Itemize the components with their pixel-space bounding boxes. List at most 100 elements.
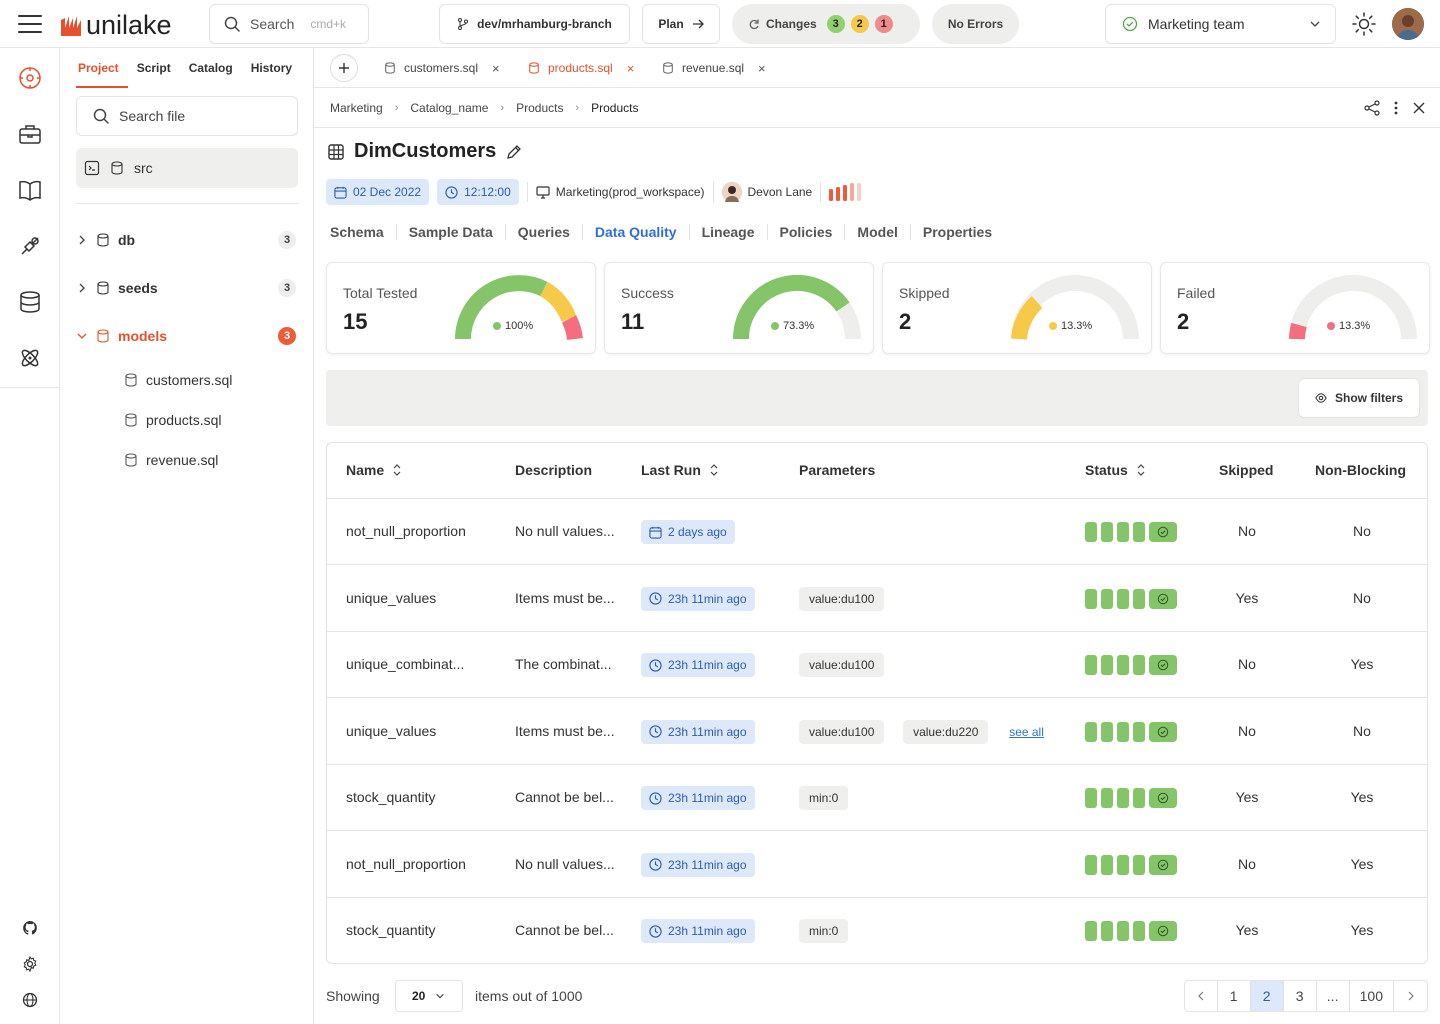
sql-file-icon [125, 453, 137, 467]
branch-selector[interactable]: dev/mrhamburg-branch [439, 4, 630, 44]
skipped-value: No [1238, 656, 1256, 672]
app-logo[interactable]: unilake [60, 10, 172, 41]
folder-seeds[interactable]: seeds 3 [76, 274, 298, 302]
page-size-select[interactable]: 20 [395, 980, 463, 1012]
tab-queries[interactable]: Queries [506, 224, 583, 240]
column-last-run[interactable]: Last Run [641, 462, 719, 478]
non-blocking-value: Yes [1350, 922, 1374, 938]
test-description: Cannot be bel... [515, 789, 614, 805]
close-tab-icon[interactable]: × [758, 61, 766, 76]
folder-db[interactable]: db 3 [76, 226, 298, 254]
tab-history[interactable]: History [242, 60, 301, 88]
theme-toggle-sun-icon[interactable] [1352, 12, 1376, 36]
page-ellipsis: ... [1317, 981, 1350, 1011]
breadcrumb-item[interactable]: Catalog_name [410, 101, 488, 115]
changes-button[interactable]: Changes 3 2 1 [732, 4, 920, 44]
more-vertical-icon[interactable] [1392, 100, 1400, 116]
clock-icon [649, 791, 662, 805]
file-label: customers.sql [146, 372, 233, 388]
table-row[interactable]: unique_values Items must be... 23h 11min a… [327, 699, 1427, 765]
breadcrumb-item[interactable]: Marketing [330, 101, 383, 115]
table-row[interactable]: stock_quantity Cannot be bel... 23h 11min … [327, 765, 1427, 831]
arrow-right-icon [692, 19, 704, 29]
file-customers-sql[interactable]: customers.sql [124, 368, 232, 392]
stat-percent-value: 13.3% [1061, 320, 1093, 332]
next-page-button[interactable] [1394, 981, 1427, 1011]
skipped-value: Yes [1235, 789, 1259, 805]
database-icon[interactable] [18, 290, 42, 314]
sort-icon [1137, 464, 1145, 476]
errors-status[interactable]: No Errors [932, 4, 1019, 44]
status-latest [1149, 522, 1177, 542]
file-revenue-sql[interactable]: revenue.sql [124, 448, 218, 472]
tab-lineage[interactable]: Lineage [690, 224, 768, 240]
page-button[interactable]: 3 [1284, 981, 1317, 1011]
book-icon[interactable] [18, 178, 42, 202]
file-tab-products[interactable]: products.sql × [528, 48, 634, 88]
status-bar [1133, 655, 1145, 675]
table-row[interactable]: not_null_proportion No null values... 2 da… [327, 499, 1427, 565]
user-avatar[interactable] [1392, 8, 1424, 40]
file-search-input[interactable]: Search file [76, 96, 298, 136]
column-status[interactable]: Status [1085, 462, 1146, 478]
folder-count-badge: 3 [278, 279, 296, 297]
close-icon[interactable] [1412, 101, 1426, 115]
stat-value: 11 [621, 309, 645, 334]
table-row[interactable]: unique_combinat... The combinat... 23h 11m… [327, 632, 1427, 698]
non-blocking-value: Yes [1350, 789, 1374, 805]
close-tab-icon[interactable]: × [627, 61, 635, 76]
tab-catalog[interactable]: Catalog [180, 60, 242, 88]
tab-policies[interactable]: Policies [768, 224, 846, 240]
tab-sample-data[interactable]: Sample Data [397, 224, 506, 240]
tab-properties[interactable]: Properties [911, 224, 1004, 240]
parameter-chip: value:du220 [903, 719, 989, 744]
repository-icon[interactable] [84, 160, 100, 176]
file-products-sql[interactable]: products.sql [124, 408, 221, 432]
check-circle-icon [1157, 859, 1169, 870]
tab-model[interactable]: Model [845, 224, 911, 240]
plan-button[interactable]: Plan [642, 4, 720, 44]
global-search[interactable]: Search cmd+k [209, 4, 369, 44]
page-button[interactable]: 1 [1218, 981, 1251, 1011]
settings-gear-icon[interactable] [22, 956, 38, 972]
table-row[interactable]: stock_quantity Cannot be bel... 23h 11min … [327, 898, 1427, 963]
calendar-icon [334, 186, 347, 199]
tab-script[interactable]: Script [128, 60, 180, 88]
table-row[interactable]: unique_values Items must be... 23h 11min a… [327, 566, 1427, 632]
source-root[interactable]: src [76, 148, 298, 188]
dashboard-compass-icon[interactable] [18, 66, 42, 90]
team-selector[interactable]: Marketing team [1105, 4, 1336, 44]
close-tab-icon[interactable]: × [492, 61, 500, 76]
table-row[interactable]: not_null_proportion No null values... 23h … [327, 832, 1427, 898]
page-button-active[interactable]: 2 [1250, 981, 1284, 1011]
file-tab-customers[interactable]: customers.sql × [384, 48, 500, 88]
owner-info[interactable]: Devon Lane [721, 182, 812, 202]
test-description: No null values... [515, 855, 615, 872]
prev-page-button[interactable] [1185, 981, 1218, 1011]
plug-icon[interactable] [18, 234, 42, 258]
atom-icon[interactable] [18, 346, 42, 370]
file-tab-label: products.sql [548, 61, 613, 75]
see-all-link[interactable]: see all [1009, 725, 1044, 739]
tab-project[interactable]: Project [76, 60, 128, 88]
tab-data-quality[interactable]: Data Quality [583, 224, 690, 240]
breadcrumb-item[interactable]: Products [516, 101, 563, 115]
folder-models[interactable]: models 3 [76, 322, 298, 350]
page-button[interactable]: 100 [1350, 981, 1394, 1011]
globe-icon[interactable] [22, 992, 38, 1008]
meta-divider [820, 182, 822, 202]
file-tab-revenue[interactable]: revenue.sql × [662, 48, 766, 88]
new-tab-button[interactable] [330, 54, 358, 82]
toolbox-icon[interactable] [18, 122, 42, 146]
edit-pencil-icon[interactable] [506, 144, 522, 160]
tab-schema[interactable]: Schema [330, 224, 397, 240]
show-filters-button[interactable]: Show filters [1298, 378, 1420, 418]
stat-value: 2 [1177, 309, 1190, 334]
share-nodes-icon[interactable] [1364, 100, 1380, 116]
github-icon[interactable] [22, 920, 38, 936]
chevron-down-icon [436, 993, 445, 999]
column-name[interactable]: Name [346, 462, 402, 478]
workspace-info: Marketing(prod_workspace) [536, 185, 705, 199]
hamburger-menu-icon[interactable] [18, 14, 42, 34]
status-history [1085, 522, 1177, 542]
